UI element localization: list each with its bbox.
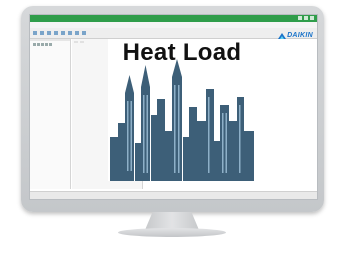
monitor-base [118, 228, 226, 237]
toolbar-button[interactable] [47, 31, 51, 35]
tree-tool-icon[interactable] [33, 43, 36, 46]
properties-tab[interactable] [74, 41, 78, 43]
tree-item-project[interactable] [30, 48, 70, 50]
tree-tool-icon[interactable] [45, 43, 48, 46]
toolbar-icon [54, 31, 58, 35]
close-button[interactable] [310, 16, 314, 20]
toolbar-icon [61, 31, 65, 35]
daikin-logo: DAIKIN [278, 32, 313, 39]
toolbar [30, 28, 317, 39]
tree-toolbar [30, 41, 70, 48]
properties-tab[interactable] [80, 41, 84, 43]
toolbar-button[interactable] [82, 31, 86, 35]
daikin-logo-mark-icon [278, 32, 287, 39]
status-bar [30, 191, 317, 199]
toolbar-icon [82, 31, 86, 35]
minimize-button[interactable] [298, 16, 302, 20]
toolbar-icon [68, 31, 72, 35]
menu-bar [30, 22, 317, 28]
tree-tool-icon[interactable] [41, 43, 44, 46]
toolbar-button[interactable] [40, 31, 44, 35]
title-bar [30, 15, 317, 22]
toolbar-button[interactable] [68, 31, 72, 35]
window-buttons [298, 16, 314, 20]
toolbar-button[interactable] [61, 31, 65, 35]
project-tree-panel [30, 39, 71, 189]
tree-tool-icon[interactable] [37, 43, 40, 46]
toolbar-icon [75, 31, 79, 35]
toolbar-icon [47, 31, 51, 35]
heat-load-banner: Heat Load [108, 39, 256, 181]
toolbar-icon [33, 31, 37, 35]
toolbar-icon [40, 31, 44, 35]
maximize-button[interactable] [304, 16, 308, 20]
toolbar-button[interactable] [54, 31, 58, 35]
toolbar-button[interactable] [75, 31, 79, 35]
tree-tool-icon[interactable] [49, 43, 52, 46]
brand-name: DAIKIN [287, 32, 313, 39]
heat-load-title: Heat Load [122, 39, 242, 66]
toolbar-button[interactable] [33, 31, 37, 35]
